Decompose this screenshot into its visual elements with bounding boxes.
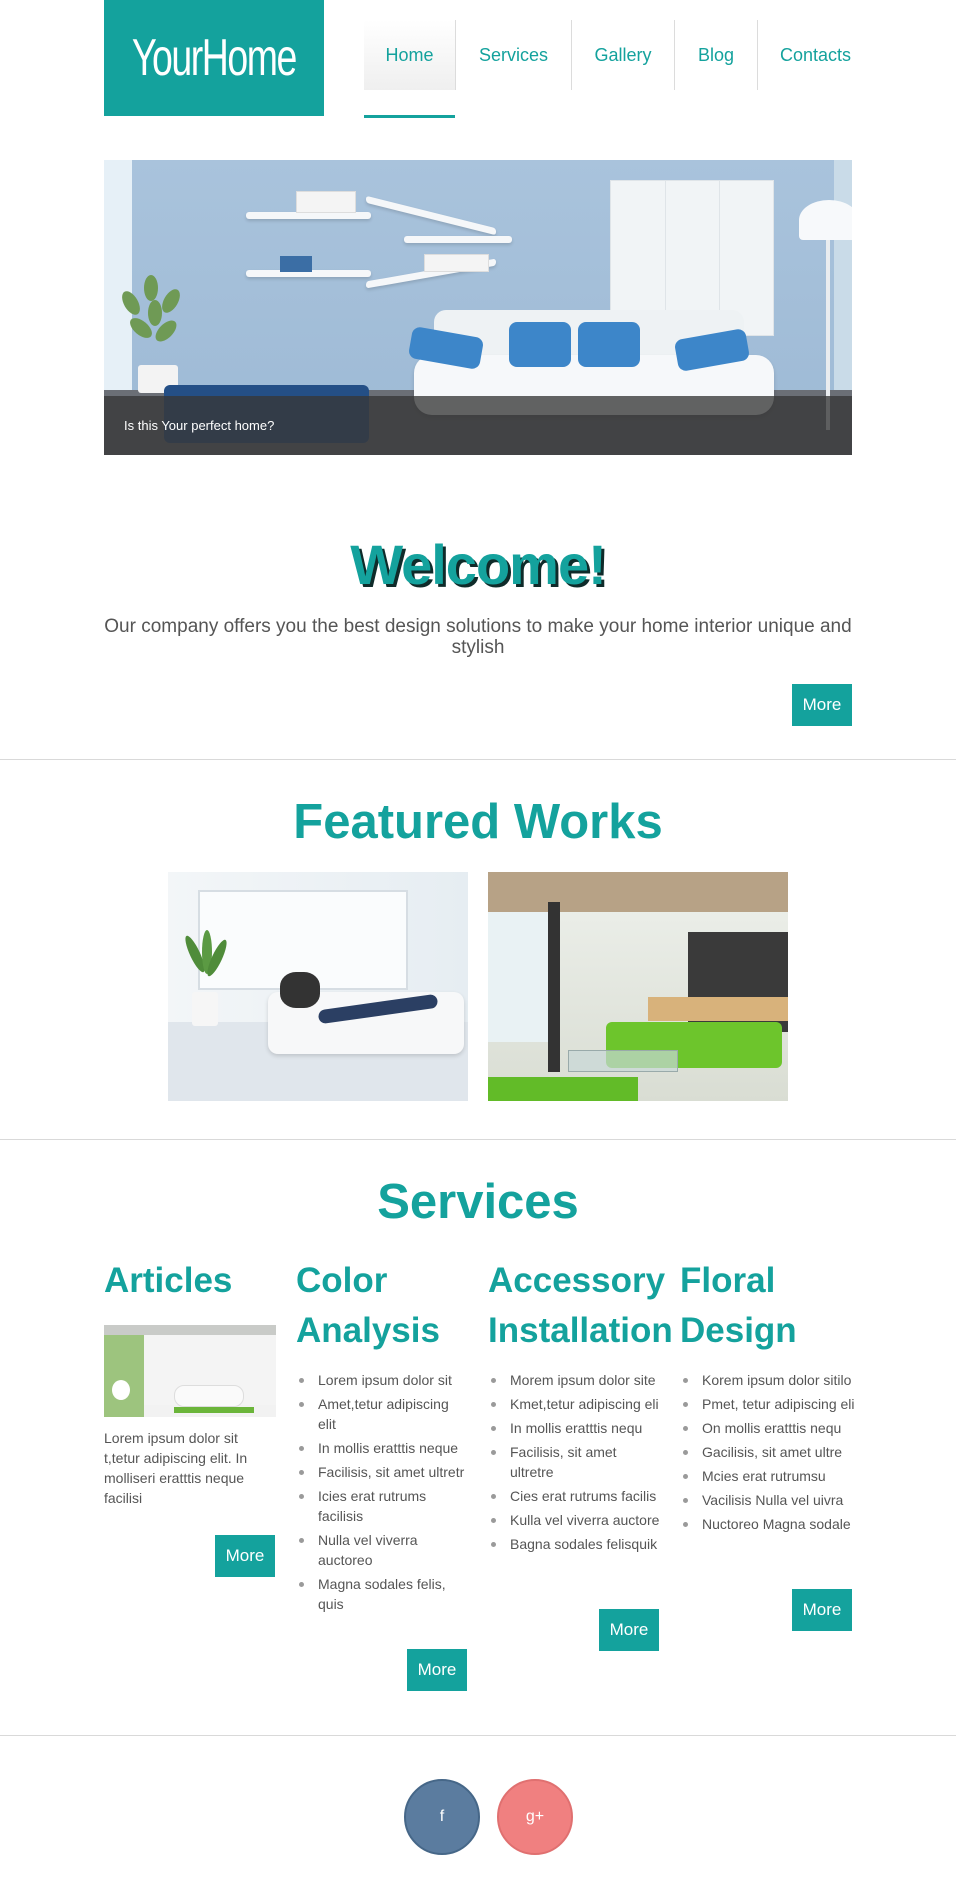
- logo[interactable]: YourHome: [104, 0, 324, 116]
- list-item: Mcies erat rutrumsu: [680, 1466, 856, 1486]
- divider: [0, 759, 956, 760]
- accessory-installation-list: Morem ipsum dolor site Kmet,tetur adipis…: [488, 1370, 664, 1558]
- logo-text: YourHome: [131, 29, 297, 87]
- list-item: Facilisis, sit amet ultretr: [296, 1462, 466, 1482]
- articles-more-button[interactable]: More: [215, 1535, 275, 1577]
- list-item: Lorem ipsum dolor sit: [296, 1370, 466, 1390]
- list-item: Pmet, tetur adipiscing eli: [680, 1394, 856, 1414]
- list-item: Magna sodales felis, quis: [296, 1574, 466, 1614]
- floral-design-more-button[interactable]: More: [792, 1589, 852, 1631]
- featured-title: Featured Works: [293, 795, 663, 849]
- welcome-title: Welcome!: [350, 533, 606, 596]
- divider: [0, 1139, 956, 1140]
- featured-work-2[interactable]: [488, 872, 788, 1101]
- service-title-color-analysis: Color Analysis: [296, 1261, 440, 1350]
- list-item: Vacilisis Nulla vel uivra: [680, 1490, 856, 1510]
- welcome-more-button[interactable]: More: [792, 684, 852, 726]
- welcome-text: Our company offers you the best design s…: [104, 616, 852, 658]
- books: [296, 191, 356, 213]
- list-item: Korem ipsum dolor sitilo: [680, 1370, 856, 1390]
- color-analysis-more-button[interactable]: More: [407, 1649, 467, 1691]
- list-item: Cies erat rutrums facilis: [488, 1486, 664, 1506]
- list-item: Gacilisis, sit amet ultre: [680, 1442, 856, 1462]
- service-title-accessory-installation: Accessory Installation: [488, 1261, 673, 1350]
- articles-image: [104, 1325, 276, 1417]
- nav-services[interactable]: Services: [456, 20, 572, 90]
- hero-caption: Is this Your perfect home?: [104, 396, 852, 455]
- list-item: Nuctoreo Magna sodale: [680, 1514, 856, 1534]
- nav-blog[interactable]: Blog: [675, 20, 758, 90]
- floral-design-list: Korem ipsum dolor sitilo Pmet, tetur adi…: [680, 1370, 856, 1538]
- shelf: [404, 236, 512, 243]
- list-item: On mollis eratttis nequ: [680, 1418, 856, 1438]
- accessory-installation-more-button[interactable]: More: [599, 1609, 659, 1651]
- featured-work-1[interactable]: [168, 872, 468, 1101]
- nav-contacts[interactable]: Contacts: [758, 20, 873, 90]
- divider: [0, 1735, 956, 1736]
- list-item: Nulla vel viverra auctoreo: [296, 1530, 466, 1570]
- list-item: Icies erat rutrums facilisis: [296, 1486, 466, 1526]
- services-title: Services: [377, 1175, 579, 1229]
- books: [424, 254, 489, 272]
- list-item: Kulla vel viverra auctore: [488, 1510, 664, 1530]
- nav-home[interactable]: Home: [364, 20, 456, 118]
- list-item: Bagna sodales felisquik: [488, 1534, 664, 1554]
- list-item: Amet,tetur adipiscing elit: [296, 1394, 466, 1434]
- service-title-floral-design: Floral Design: [680, 1261, 797, 1350]
- service-title-articles: Articles: [104, 1261, 233, 1300]
- list-item: In mollis eratttis nequ: [488, 1418, 664, 1438]
- plant: [114, 270, 194, 393]
- main-nav: Home Services Gallery Blog Contacts: [364, 20, 873, 120]
- list-item: Kmet,tetur adipiscing eli: [488, 1394, 664, 1414]
- articles-text: Lorem ipsum dolor sit t,tetur adipiscing…: [104, 1430, 248, 1506]
- shelf: [246, 212, 371, 219]
- nav-gallery[interactable]: Gallery: [572, 20, 675, 90]
- color-analysis-list: Lorem ipsum dolor sit Amet,tetur adipisc…: [296, 1370, 466, 1618]
- list-item: Facilisis, sit amet ultretre: [488, 1442, 664, 1482]
- list-item: Morem ipsum dolor site: [488, 1370, 664, 1390]
- list-item: In mollis eratttis neque: [296, 1438, 466, 1458]
- lamp-shade: [799, 200, 852, 240]
- facebook-icon[interactable]: f: [404, 1779, 480, 1855]
- hero-slider[interactable]: Is this Your perfect home?: [104, 160, 852, 455]
- books: [280, 256, 312, 272]
- google-plus-icon[interactable]: g+: [497, 1779, 573, 1855]
